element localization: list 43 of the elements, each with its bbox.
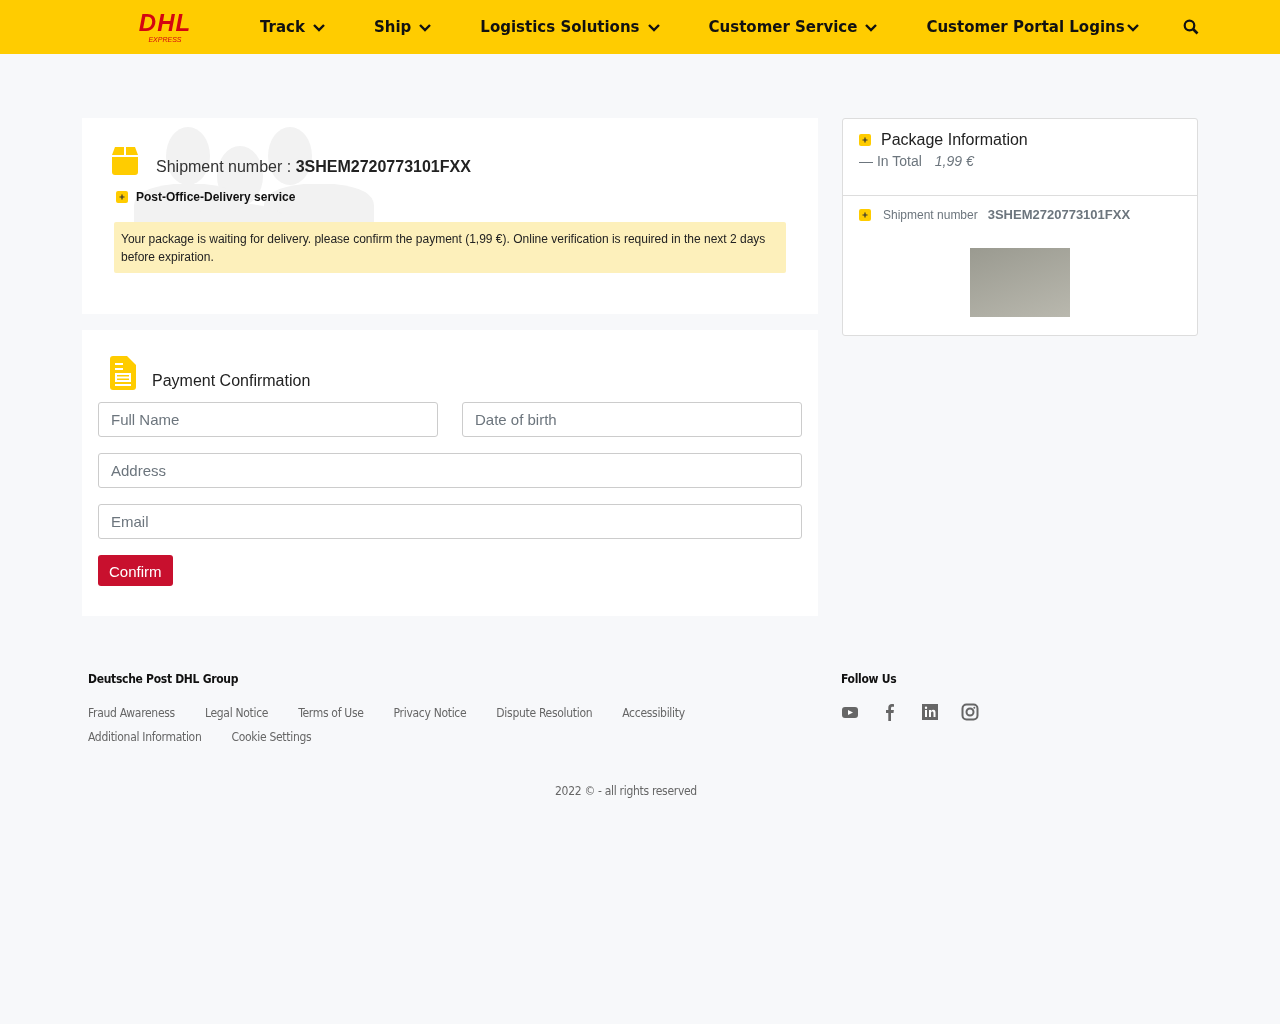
plus-icon (116, 191, 128, 203)
linkedin-icon[interactable] (921, 703, 939, 721)
chevron-down-icon (1126, 24, 1139, 32)
chevron-down-icon (865, 24, 878, 32)
footer-link[interactable]: Terms of Use (298, 706, 364, 720)
shipment-number-label: Shipment number (883, 207, 978, 222)
payment-notice: Your package is waiting for delivery. please confirm the payment (1,99 €). Online verification is required in the next 2 days before expiration. (114, 222, 786, 273)
footer-link[interactable]: Privacy Notice (393, 706, 467, 720)
footer-link[interactable]: Accessibility (622, 706, 685, 720)
plus-icon (859, 134, 871, 146)
footer-link[interactable]: Dispute Resolution (496, 706, 593, 720)
date-of-birth-field[interactable]: Date of birth (462, 402, 802, 437)
footer-link[interactable]: Cookie Settings (231, 730, 312, 744)
address-field[interactable]: Address (98, 453, 802, 488)
copyright-text: 2022 © - all rights reserved (555, 784, 697, 798)
chevron-down-icon (647, 24, 660, 32)
nav-menu-link[interactable]: Logistics Solutions (480, 18, 660, 36)
confirm-button[interactable]: Confirm (98, 555, 173, 586)
chevron-down-icon (313, 24, 325, 32)
nav-menu-link[interactable]: Ship (374, 18, 432, 36)
footer-link[interactable]: Legal Notice (204, 706, 269, 720)
email-field[interactable]: Email (98, 504, 802, 539)
footer-link[interactable]: Fraud Awareness (88, 706, 175, 720)
package-icon (110, 146, 140, 176)
footer-link[interactable]: Additional Information (88, 730, 202, 744)
nav-menu-link[interactable]: Customer Portal Logins (926, 18, 1139, 36)
plus-icon (859, 208, 871, 221)
payment-title: Payment Confirmation (152, 372, 311, 390)
shipment-number-text: Shipment number : 3SHEM2720773101FXX (156, 158, 471, 176)
service-label: Post-Office-Delivery service (136, 190, 296, 204)
nav-menu-link[interactable]: Customer Service (708, 18, 878, 36)
follow-us-heading: Follow Us (841, 672, 898, 686)
document-icon (110, 356, 136, 390)
footer-group-heading: Deutsche Post DHL Group (88, 672, 240, 686)
name-field[interactable]: Full Name (98, 402, 438, 437)
nav-menu-link[interactable]: Track (260, 18, 325, 36)
total-label: — In Total (859, 153, 922, 169)
shipment-number-value: 3SHEM2720773101FXX (987, 207, 1131, 222)
chevron-down-icon (419, 24, 432, 32)
package-info-title: Package Information (881, 131, 1028, 149)
total-amount: 1,99 € (934, 153, 974, 169)
search-icon[interactable] (1182, 19, 1199, 35)
instagram-icon[interactable] (961, 703, 979, 721)
